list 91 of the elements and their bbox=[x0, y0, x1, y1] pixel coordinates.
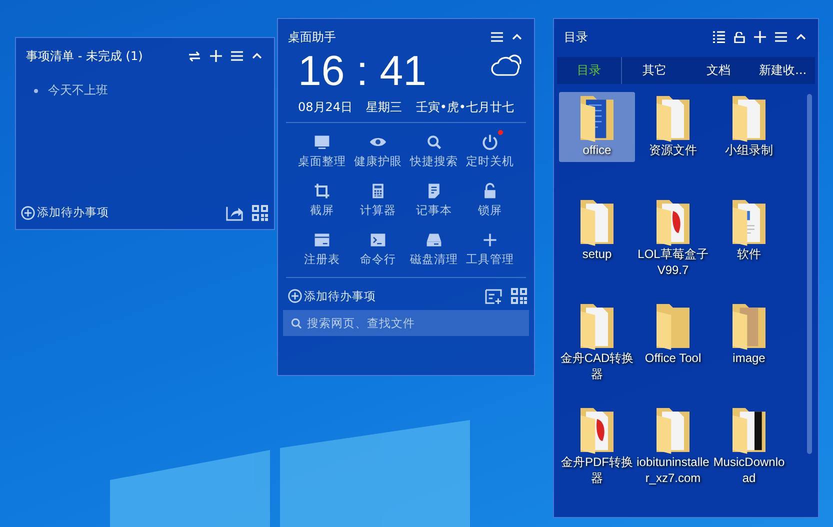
file-name: image bbox=[732, 350, 766, 366]
file-item[interactable]: 金舟PDF转换器 bbox=[559, 404, 635, 508]
crop-icon bbox=[313, 182, 331, 200]
tool-button[interactable]: 工具管理 bbox=[462, 231, 518, 267]
tool-button[interactable]: 定时关机 bbox=[462, 133, 518, 169]
collapse-icon[interactable] bbox=[796, 34, 806, 40]
menu-icon[interactable] bbox=[231, 51, 243, 61]
bullet-icon bbox=[34, 88, 38, 92]
tool-label: 工具管理 bbox=[466, 252, 514, 267]
tool-button[interactable]: 磁盘清理 bbox=[406, 231, 462, 267]
tool-label: 命令行 bbox=[360, 252, 396, 267]
list-icon[interactable] bbox=[713, 31, 725, 43]
file-item[interactable]: 金舟CAD转换器 bbox=[559, 300, 635, 404]
file-name: office bbox=[582, 142, 612, 158]
file-item[interactable]: 软件 bbox=[711, 196, 787, 300]
add-icon[interactable] bbox=[754, 31, 766, 43]
tool-label: 桌面整理 bbox=[298, 154, 346, 169]
tool-button[interactable]: 锁屏 bbox=[462, 182, 518, 218]
qr-code-icon[interactable] bbox=[252, 204, 268, 220]
file-name: 金舟CAD转换器 bbox=[560, 350, 634, 382]
tool-label: 锁屏 bbox=[478, 203, 502, 218]
share-icon[interactable] bbox=[226, 204, 243, 221]
tool-label: 记事本 bbox=[416, 203, 452, 218]
file-name: 资源文件 bbox=[648, 142, 698, 158]
file-name: setup bbox=[581, 246, 613, 262]
tool-label: 定时关机 bbox=[466, 154, 514, 169]
tool-label: 计算器 bbox=[360, 203, 396, 218]
add-todo-link[interactable]: 添加待办事项 bbox=[21, 205, 109, 220]
tool-button[interactable]: 健康护眼 bbox=[350, 133, 406, 169]
date-text: 08月24日 bbox=[298, 99, 353, 116]
tool-label: 磁盘清理 bbox=[410, 252, 458, 267]
file-item[interactable]: office bbox=[559, 92, 635, 162]
tool-label: 健康护眼 bbox=[354, 154, 402, 169]
tab[interactable]: 新建收... bbox=[750, 57, 815, 84]
add-todo-label: 添加待办事项 bbox=[37, 205, 109, 220]
tool-button[interactable]: 桌面整理 bbox=[294, 133, 350, 169]
search-icon bbox=[291, 318, 302, 329]
add-todo-label: 添加待办事项 bbox=[304, 288, 376, 304]
disk-drive-icon bbox=[425, 231, 443, 249]
todo-item[interactable]: 今天不上班 bbox=[48, 82, 108, 99]
plus-circle-icon bbox=[288, 289, 302, 303]
add-note-icon[interactable] bbox=[485, 288, 502, 304]
tool-label: 注册表 bbox=[304, 252, 340, 267]
plus-circle-icon bbox=[21, 206, 35, 220]
file-item[interactable]: Office Tool bbox=[635, 300, 711, 404]
monitor-icon bbox=[313, 133, 331, 151]
qr-code-icon[interactable] bbox=[511, 288, 527, 304]
lunar-date-text: 壬寅•虎•七月廿七 bbox=[416, 99, 514, 116]
menu-icon[interactable] bbox=[491, 32, 503, 42]
file-name: LOL草莓盒子V99.7 bbox=[636, 246, 710, 278]
search-icon bbox=[425, 133, 443, 151]
file-name: iobituninstaller_xz7.com bbox=[636, 454, 710, 486]
tab[interactable]: 文档 bbox=[686, 57, 751, 84]
tool-button[interactable]: 注册表 bbox=[294, 231, 350, 267]
panel-title: 目录 bbox=[564, 28, 588, 46]
file-name: 金舟PDF转换器 bbox=[560, 454, 634, 486]
plus-icon bbox=[481, 231, 499, 249]
tool-button[interactable]: 截屏 bbox=[294, 182, 350, 218]
collapse-icon[interactable] bbox=[512, 34, 522, 40]
tool-button[interactable]: 记事本 bbox=[406, 182, 462, 218]
tool-label: 截屏 bbox=[310, 203, 334, 218]
menu-icon[interactable] bbox=[775, 32, 787, 42]
add-todo-link[interactable]: 添加待办事项 bbox=[288, 288, 376, 304]
tool-label: 快捷搜索 bbox=[410, 154, 458, 169]
clock-time: 16 : 41 bbox=[298, 47, 426, 95]
lock-icon[interactable] bbox=[734, 32, 745, 42]
file-item[interactable]: setup bbox=[559, 196, 635, 300]
window-icon bbox=[313, 231, 331, 249]
tab[interactable]: 其它 bbox=[622, 57, 686, 84]
file-name: MusicDownload bbox=[712, 454, 786, 486]
file-name: 软件 bbox=[736, 246, 762, 262]
file-item[interactable]: MusicDownload bbox=[711, 404, 787, 508]
terminal-icon bbox=[369, 231, 387, 249]
tool-button[interactable]: 快捷搜索 bbox=[406, 133, 462, 169]
add-icon[interactable] bbox=[210, 50, 222, 62]
file-item[interactable]: image bbox=[711, 300, 787, 404]
tool-button[interactable]: 计算器 bbox=[350, 182, 406, 218]
file-item[interactable]: 资源文件 bbox=[635, 92, 711, 196]
swap-icon[interactable] bbox=[188, 50, 201, 62]
weekday-text: 星期三 bbox=[366, 99, 402, 116]
scrollbar[interactable] bbox=[807, 94, 812, 454]
file-item[interactable]: iobituninstaller_xz7.com bbox=[635, 404, 711, 508]
file-name: Office Tool bbox=[644, 350, 702, 366]
tab[interactable]: 目录 bbox=[557, 57, 622, 84]
collapse-icon[interactable] bbox=[252, 53, 262, 59]
panel-title: 桌面助手 bbox=[288, 28, 336, 46]
tool-button[interactable]: 命令行 bbox=[350, 231, 406, 267]
panel-title: 事项清单 - 未完成 (1) bbox=[26, 48, 143, 64]
file-name: 小组录制 bbox=[724, 142, 774, 158]
file-item[interactable]: LOL草莓盒子V99.7 bbox=[635, 196, 711, 300]
file-item[interactable]: 小组录制 bbox=[711, 92, 787, 196]
